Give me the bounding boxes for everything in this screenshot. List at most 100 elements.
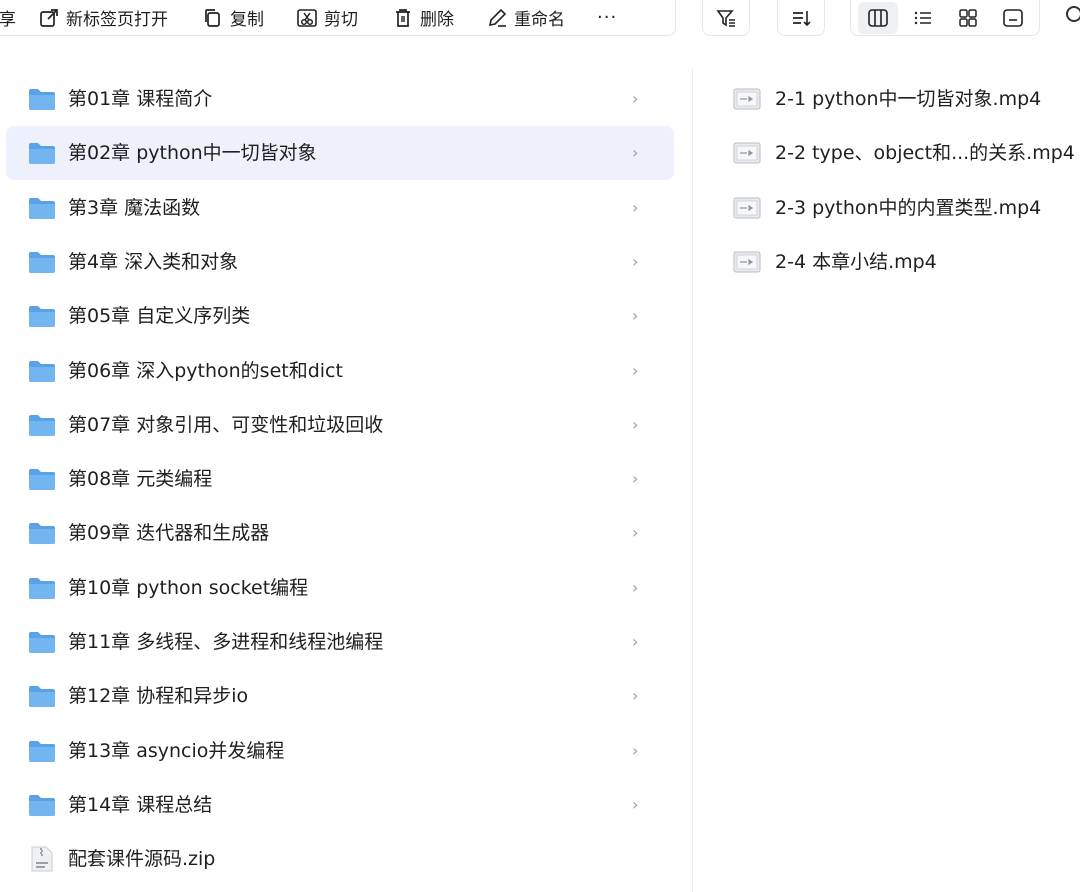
share-button[interactable]: 享 [0,3,16,33]
folder-icon [29,251,55,273]
folder-name: 第11章 多线程、多进程和线程池编程 [68,631,384,653]
chevron-right-icon: › [632,794,639,814]
folder-row[interactable]: 第14章 课程总结 › [6,778,674,832]
file-column: 2-1 python中一切皆对象.mp4 2-2 type、object和...的… [693,72,1080,892]
folder-icon [29,197,55,219]
folder-name: 第01章 课程简介 [68,88,213,110]
list-view-icon [914,11,931,24]
folder-name: 第12章 协程和异步io [68,685,249,708]
delete-button[interactable]: 删除 [392,3,454,33]
video-file-icon [733,251,761,273]
video-file-name: 2-2 type、object和...的关系.mp4 [775,142,1075,165]
folder-name: 第4章 深入类和对象 [68,250,239,273]
folder-row[interactable]: 第12章 协程和异步io › [6,669,674,723]
folder-column: 第01章 课程简介 › 第02章 python中一切皆对象 › 第3章 魔法函数 › 第4章… [0,72,692,892]
copy-button[interactable]: 复制 [202,3,264,33]
folder-icon [29,360,55,382]
folder-row[interactable]: 第13章 asyncio并发编程 › [6,724,674,778]
view-switcher [850,0,1040,36]
video-file-row[interactable]: 2-4 本章小结.mp4 [693,235,1080,289]
cut-label: 剪切 [324,10,358,30]
more-icon: ··· [597,7,618,28]
folder-row[interactable]: 第02章 python中一切皆对象 › [6,126,674,181]
share-button-label: 享 [0,10,16,30]
chevron-right-icon: › [632,632,639,651]
search-icon[interactable] [1066,6,1080,22]
folder-row[interactable]: 第10章 python socket编程 › [6,561,674,615]
folder-icon [29,523,55,545]
folder-row[interactable]: 第11章 多线程、多进程和线程池编程 › [6,615,674,669]
chevron-right-icon: › [632,360,639,380]
copy-icon [205,8,220,27]
preview-view-button[interactable] [993,2,1033,34]
folder-name: 第08章 元类编程 [68,468,213,491]
trash-icon [396,8,410,27]
folder-row[interactable]: 第05章 自定义序列类 › [6,289,674,343]
zip-file-icon [31,846,53,872]
chevron-right-icon: › [632,469,639,489]
folder-icon [29,306,55,328]
chevron-right-icon: › [632,306,639,326]
folder-icon [29,89,55,110]
open-new-tab-button[interactable]: 新标签页打开 [38,3,168,33]
chevron-right-icon: › [632,143,639,163]
folder-icon [29,143,55,165]
toolbar: 享 新标签页打开 复制 剪切 删除 重命名 ··· [0,0,1080,38]
open-new-tab-icon [40,8,58,27]
chevron-right-icon: › [632,414,639,434]
delete-label: 删除 [420,10,454,30]
chevron-right-icon: › [632,89,639,108]
filter-button[interactable] [706,2,746,34]
preview-view-icon [1002,8,1023,27]
folder-icon [29,686,55,708]
folder-row[interactable]: 第09章 迭代器和生成器 › [6,506,674,560]
folder-name: 第14章 课程总结 [68,793,213,816]
cut-button[interactable]: 剪切 [296,3,358,33]
folder-name: 第13章 asyncio并发编程 [68,739,285,762]
rename-label: 重命名 [514,10,565,30]
folder-icon [29,577,55,599]
column-view-button[interactable] [857,1,898,34]
folder-name: 第06章 深入python的set和dict [68,359,343,382]
folder-name: 第07章 对象引用、可变性和垃圾回收 [68,413,384,436]
folder-name: 第05章 自定义序列类 [68,305,251,328]
chevron-right-icon: › [632,740,639,760]
chevron-right-icon: › [632,251,639,271]
list-view-button[interactable] [903,2,943,34]
folder-row[interactable]: 第07章 对象引用、可变性和垃圾回收 › [6,398,674,452]
folder-icon [29,740,55,762]
folder-icon [29,632,55,653]
sort-group [777,0,825,36]
chevron-right-icon: › [632,577,639,597]
more-button[interactable]: ··· [597,3,617,33]
copy-label: 复制 [230,10,264,30]
video-file-row[interactable]: 2-1 python中一切皆对象.mp4 [693,72,1080,126]
folder-row[interactable]: 第4章 深入类和对象 › [6,235,674,289]
video-file-icon [733,197,761,219]
chevron-right-icon: › [632,523,639,543]
folder-row[interactable]: 第3章 魔法函数 › [6,181,674,235]
rename-button[interactable]: 重命名 [486,3,565,33]
video-file-name: 2-3 python中的内置类型.mp4 [775,196,1042,219]
cut-icon [297,8,317,27]
video-file-row[interactable]: 2-3 python中的内置类型.mp4 [693,181,1080,235]
zip-file-row[interactable]: 配套课件源码.zip [6,832,674,886]
filter-icon [716,9,735,27]
grid-view-icon [958,8,977,27]
column-view-icon [867,8,888,27]
folder-icon [29,469,55,491]
open-new-tab-label: 新标签页打开 [66,10,168,30]
sort-button[interactable] [781,2,821,34]
folder-name: 第10章 python socket编程 [68,576,309,599]
folder-name: 第02章 python中一切皆对象 [68,142,317,165]
folder-row[interactable]: 第08章 元类编程 › [6,452,674,506]
action-bar: 享 新标签页打开 复制 剪切 删除 重命名 ··· [0,0,676,36]
folder-row[interactable]: 第01章 课程简介 › [6,72,674,126]
folder-icon [29,414,55,436]
video-file-name: 2-4 本章小结.mp4 [775,250,937,273]
zip-file-name: 配套课件源码.zip [68,848,216,871]
folder-row[interactable]: 第06章 深入python的set和dict › [6,344,674,398]
folder-name: 第3章 魔法函数 [68,196,201,219]
grid-view-button[interactable] [948,2,988,34]
video-file-row[interactable]: 2-2 type、object和...的关系.mp4 [693,126,1080,180]
